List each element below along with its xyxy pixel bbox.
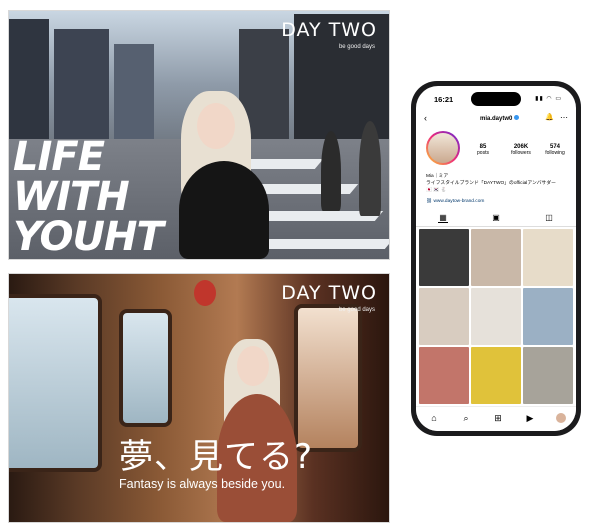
verified-badge-icon xyxy=(514,115,520,120)
building xyxy=(54,29,109,139)
profile-bio: Mia｜ミア ライフスタイルブランド「DAYTWO」のofficialアンバサダ… xyxy=(426,173,568,194)
bio-emoji: 🇯🇵 🇰🇷 🐇 xyxy=(426,188,447,193)
more-icon[interactable]: ⋯ xyxy=(560,113,568,122)
status-icons: ▮▮ ◠ ▭ xyxy=(535,96,562,102)
grid-icon[interactable]: ▦ xyxy=(438,214,448,223)
search-icon[interactable]: ⌕ xyxy=(460,412,472,424)
profile-avatar[interactable] xyxy=(426,131,460,165)
stat-label: following xyxy=(545,150,565,156)
bio-text: ライフスタイルブランド「DAYTWO」のofficialアンバサダー xyxy=(426,181,556,186)
title-line: WITH xyxy=(13,174,130,220)
home-icon[interactable]: ⌂ xyxy=(428,412,440,424)
model-face xyxy=(197,103,235,149)
poster-life-with-youht: DAY TWO be good days LIFE WITH YOUHT xyxy=(8,10,390,260)
poster-fantasy: DAY TWO be good days 夢、見てる? Fantasy is a… xyxy=(8,273,390,523)
model-body xyxy=(179,161,269,259)
post-thumbnail[interactable] xyxy=(419,229,469,286)
bell-icon[interactable]: 🔔 xyxy=(545,113,554,121)
train-window xyxy=(9,294,102,472)
back-icon[interactable]: ‹ xyxy=(424,113,427,123)
tagline: be good days xyxy=(338,44,375,50)
bio-name: Mia｜ミア xyxy=(426,174,449,179)
title-line: LIFE xyxy=(13,134,105,180)
post-thumbnail[interactable] xyxy=(523,347,573,404)
brand-logo: DAY TWO xyxy=(281,282,377,304)
stat-posts[interactable]: 85 posts xyxy=(466,144,500,156)
dynamic-island xyxy=(471,92,521,106)
link-text: www.daytow-brand.com xyxy=(433,199,485,204)
profile-header: ‹ mia.daytw0 🔔 ⋯ xyxy=(424,113,568,127)
phone-mockup: 16:21 ▮▮ ◠ ▭ ‹ mia.daytw0 🔔 ⋯ 85 posts 2… xyxy=(411,81,581,436)
tagged-icon[interactable]: ◫ xyxy=(544,214,554,222)
post-thumbnail[interactable] xyxy=(419,288,469,345)
post-thumbnail[interactable] xyxy=(523,229,573,286)
post-thumbnail[interactable] xyxy=(419,347,469,404)
post-thumbnail[interactable] xyxy=(471,229,521,286)
pedestrian xyxy=(359,121,381,216)
post-thumbnail[interactable] xyxy=(471,347,521,404)
poster-title: LIFE WITH YOUHT xyxy=(13,134,164,260)
building xyxy=(114,44,154,139)
train-window xyxy=(119,309,172,427)
poster-subheadline: Fantasy is always beside you. xyxy=(119,477,286,491)
reels-icon[interactable]: ▣ xyxy=(491,214,501,222)
profile-avatar[interactable] xyxy=(556,413,566,423)
stat-following[interactable]: 574 following xyxy=(538,144,572,156)
tagline: be good days xyxy=(338,307,375,313)
brand-logo: DAY TWO xyxy=(281,19,377,41)
stat-label: posts xyxy=(477,150,489,156)
add-icon[interactable]: ⊞ xyxy=(492,412,504,424)
instagram-profile-screen: 16:21 ▮▮ ◠ ▭ ‹ mia.daytw0 🔔 ⋯ 85 posts 2… xyxy=(416,86,576,431)
model-face xyxy=(237,346,269,386)
username-text: mia.daytw0 xyxy=(480,116,513,122)
bottom-nav: ⌂ ⌕ ⊞ ▶ xyxy=(416,406,576,431)
building xyxy=(9,19,49,139)
profile-tabs: ▦ ▣ ◫ xyxy=(416,211,576,227)
post-thumbnail[interactable] xyxy=(471,288,521,345)
post-grid xyxy=(419,229,573,404)
reels-icon[interactable]: ▶ xyxy=(524,412,536,424)
avatar-image xyxy=(428,133,458,163)
stat-label: followers xyxy=(511,150,531,156)
title-line: YOUHT xyxy=(13,214,164,260)
profile-link[interactable]: ⛓ www.daytow-brand.com xyxy=(426,199,484,204)
pedestrian xyxy=(321,131,341,211)
stat-followers[interactable]: 206K followers xyxy=(504,144,538,156)
lantern xyxy=(194,280,216,306)
profile-username: mia.daytw0 xyxy=(480,115,520,122)
post-thumbnail[interactable] xyxy=(523,288,573,345)
poster-headline: 夢、見てる? xyxy=(119,437,314,477)
status-time: 16:21 xyxy=(434,95,454,104)
